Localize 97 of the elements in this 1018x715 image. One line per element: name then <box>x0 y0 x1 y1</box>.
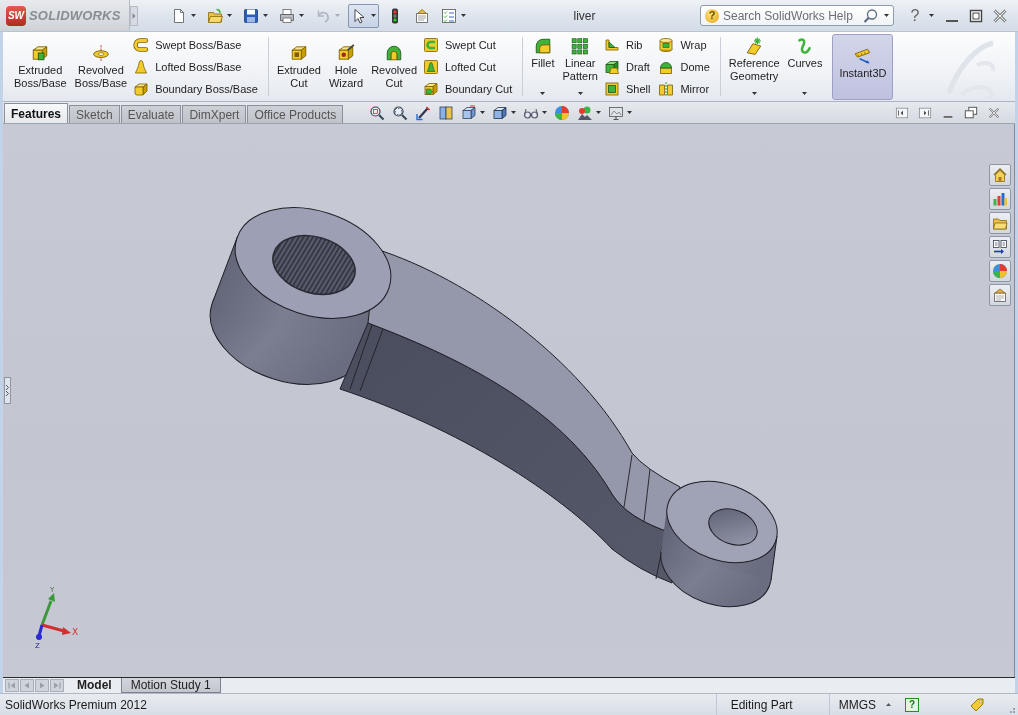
caret-icon[interactable] <box>886 703 891 706</box>
landscape-icon[interactable] <box>577 104 594 121</box>
ribbon-button[interactable]: Linear Pattern <box>558 32 602 101</box>
rib-icon[interactable] <box>603 37 620 53</box>
caret-icon[interactable] <box>540 92 546 95</box>
checklist-icon[interactable] <box>441 7 457 24</box>
status-text: SolidWorks Premium 2012 <box>5 697 147 712</box>
ribbon-button[interactable]: Reference Geometry <box>724 32 784 101</box>
ribbon-button[interactable]: Mirror <box>656 78 712 100</box>
search-field[interactable]: ? Search SolidWorks Help <box>700 5 894 26</box>
ribbon-button[interactable]: Dome <box>656 56 712 78</box>
app-name: SOLIDWORKS <box>29 8 121 23</box>
rounded-block-icon[interactable] <box>533 37 552 55</box>
hollow-block-icon[interactable] <box>289 43 308 62</box>
close-icon[interactable] <box>987 105 1001 120</box>
bell-square-icon[interactable] <box>423 59 439 75</box>
tapered-block-icon[interactable] <box>603 59 620 75</box>
restore-icon[interactable] <box>964 105 978 120</box>
c-square-icon[interactable] <box>423 37 439 53</box>
caret-icon[interactable] <box>627 111 633 114</box>
cursor-icon[interactable] <box>351 7 367 24</box>
box-icon[interactable] <box>133 81 150 97</box>
ribbon-button[interactable]: Hole Wizard <box>324 32 368 101</box>
logo-mark: SW <box>6 5 26 26</box>
tab[interactable]: Office Products <box>247 105 344 123</box>
bell-icon[interactable] <box>133 59 150 75</box>
caret-icon[interactable] <box>751 92 757 95</box>
caret-icon[interactable] <box>802 92 808 95</box>
cube-icon[interactable] <box>461 104 478 121</box>
dot-grid-icon[interactable] <box>571 37 590 55</box>
caret-icon[interactable] <box>929 14 934 17</box>
tab[interactable]: Evaluate <box>120 105 182 123</box>
status-text: Editing Part <box>730 697 793 712</box>
panel-handle[interactable] <box>4 377 11 404</box>
c-shape-icon[interactable] <box>133 37 150 53</box>
caret-icon[interactable] <box>263 14 268 17</box>
ribbon-button[interactable]: Lofted Cut <box>421 56 515 78</box>
ribbon-button[interactable]: Extruded Cut <box>272 32 325 101</box>
caret-icon[interactable] <box>191 14 196 17</box>
page-icon[interactable] <box>171 7 187 24</box>
close-icon[interactable] <box>992 7 1008 24</box>
tab[interactable]: Sketch <box>69 105 120 123</box>
caret-icon[interactable] <box>227 14 232 17</box>
search-icon[interactable] <box>863 7 879 24</box>
cube-icon[interactable] <box>492 104 509 121</box>
ribbon-button[interactable]: Extruded Boss/Base <box>10 32 71 101</box>
caret-icon[interactable] <box>371 14 376 17</box>
ribbon-button[interactable]: Draft <box>601 56 653 78</box>
ribbon-button[interactable]: Lofted Boss/Base <box>131 56 260 78</box>
caret-icon[interactable] <box>461 14 466 17</box>
mirror-icon[interactable] <box>658 81 675 97</box>
cylinder-icon[interactable] <box>658 37 675 53</box>
caret-icon[interactable] <box>299 14 304 17</box>
ribbon-button[interactable]: Boundary Boss/Base <box>131 78 260 100</box>
caret-icon[interactable] <box>511 111 517 114</box>
ribbon-button[interactable]: Shell <box>601 78 653 100</box>
maximize-icon[interactable] <box>968 7 984 24</box>
tab[interactable]: Features <box>4 103 69 123</box>
monitor-icon[interactable] <box>608 104 625 121</box>
tile-right-icon[interactable] <box>918 105 932 120</box>
ribbon-button[interactable]: Swept Cut <box>421 34 515 56</box>
notched-block-icon[interactable] <box>423 81 439 97</box>
ribbon-button[interactable]: Fillet <box>527 32 559 101</box>
caret-icon[interactable] <box>596 111 602 114</box>
help-button[interactable]: ? <box>908 6 922 25</box>
toolbar-button[interactable] <box>348 3 379 28</box>
caret-icon[interactable] <box>480 111 486 114</box>
help-icon: ? <box>705 8 719 23</box>
ribbon-button[interactable]: Rib <box>601 34 653 56</box>
ribbon-button[interactable]: Wrap <box>656 34 712 56</box>
ribbon-button[interactable]: Revolved Boss/Base <box>70 32 132 101</box>
ribbon-button[interactable]: Swept Boss/Base <box>131 34 260 56</box>
units-selector[interactable]: MMGS <box>838 697 876 712</box>
tab[interactable]: DimXpert <box>182 105 247 123</box>
ring-icon[interactable] <box>91 43 110 62</box>
tag-icon[interactable] <box>969 696 985 713</box>
tile-left-icon[interactable] <box>895 105 909 120</box>
caret-icon[interactable] <box>577 92 583 95</box>
tab[interactable]: Motion Study 1 <box>120 678 221 693</box>
plane-sparkle-icon[interactable] <box>745 37 764 55</box>
drill-block-icon[interactable] <box>337 43 356 62</box>
toggle-button[interactable]: Instant3D <box>832 34 894 100</box>
arch-icon[interactable] <box>385 43 404 62</box>
ruler-arrow-icon[interactable] <box>853 47 872 65</box>
shell-icon[interactable] <box>603 81 620 97</box>
window-title: liver <box>573 8 596 23</box>
help-icon[interactable]: ? <box>905 697 919 712</box>
block-icon[interactable] <box>31 43 50 62</box>
caret-icon[interactable] <box>542 111 548 114</box>
caret-icon[interactable] <box>884 14 889 17</box>
dome-icon[interactable] <box>658 59 675 75</box>
ribbon-button[interactable]: Curves <box>783 32 827 101</box>
ribbon-button[interactable]: Boundary Cut <box>421 78 515 100</box>
printer-icon[interactable] <box>279 7 295 24</box>
grip-icon <box>1007 706 1015 713</box>
ribbon-button[interactable]: Revolved Cut <box>367 32 421 101</box>
curve-icon[interactable] <box>795 37 814 55</box>
